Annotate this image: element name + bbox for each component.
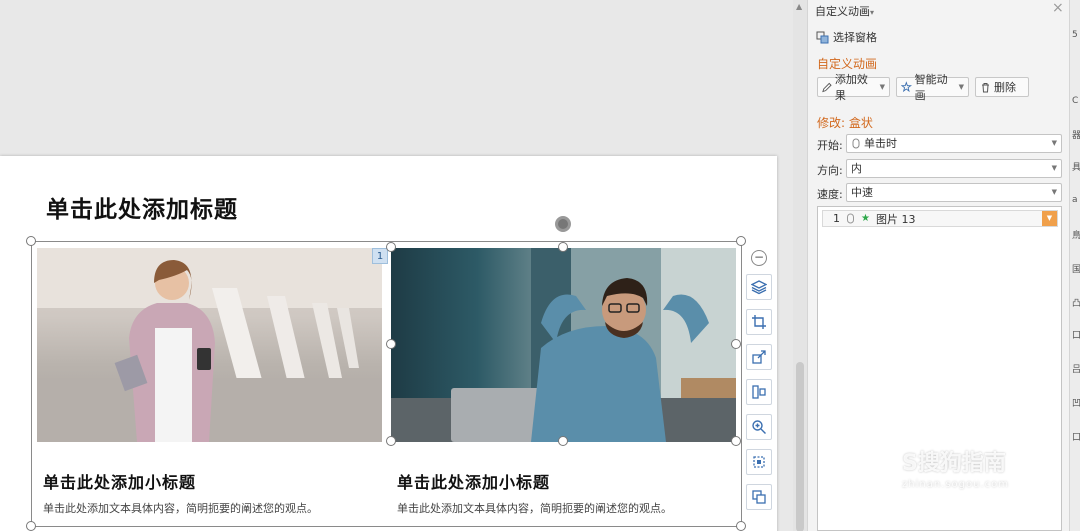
mouse-click-icon [852,138,860,149]
align-button[interactable] [746,379,772,405]
start-select[interactable]: 单击时 ▼ [846,134,1062,153]
animation-index: 1 [833,212,840,225]
resize-handle-top-center[interactable] [558,242,568,252]
modify-heading: 修改: 盒状 [817,116,873,130]
crop-icon [752,315,766,329]
speed-select[interactable]: 中速 ▼ [846,183,1062,202]
list-item-dropdown-icon[interactable]: ▼ [1042,211,1057,226]
chevron-down-icon: ▼ [879,83,885,91]
collapse-toolbar-button[interactable]: − [751,250,767,266]
pencil-icon [822,82,832,92]
resize-handle-frame-bottom-left[interactable] [26,521,36,531]
delete-label: 删除 [994,81,1016,94]
delete-button[interactable]: 删除 [975,77,1029,97]
animation-list-item[interactable]: 1 ★ 图片 13 ▼ [822,210,1058,227]
fit-icon [753,456,765,468]
resize-handle-bottom-left[interactable] [386,436,396,446]
transform-button[interactable] [746,344,772,370]
direction-select[interactable]: 内 ▼ [846,159,1062,178]
layers-icon [751,280,767,295]
canvas-scrollbar[interactable]: ▲ [793,0,807,531]
slide[interactable]: 单击此处添加标题 1 单击此处添加小标题 单击此处添加文本具体内容，简明扼要的阐… [0,156,777,531]
resize-handle-frame-bottom-right[interactable] [736,521,746,531]
resize-handle-bottom-right[interactable] [731,436,741,446]
entrance-effect-star-icon: ★ [861,213,870,224]
smart-animation-button[interactable]: 智能动画 ▼ [896,73,969,102]
strip-icon-2[interactable]: C [1072,96,1078,106]
selection-pane-label: 选择窗格 [833,31,877,44]
selection-pane-button[interactable]: 选择窗格 [816,29,877,45]
start-value: 单击时 [864,137,897,150]
scroll-thumb[interactable] [796,362,804,531]
custom-animation-heading: 自定义动画 [817,57,878,71]
align-icon [752,385,766,399]
right-tool-strip: 5 C 器 具 a 鳥 国 凸 口 吕 凹 口 [1069,0,1080,531]
mouse-click-icon [847,213,854,224]
add-effect-label: 添加效果 [834,73,868,102]
scroll-up-arrow-icon[interactable]: ▲ [796,2,802,11]
strip-icon-12[interactable]: 口 [1072,430,1080,443]
chevron-down-icon: ▼ [1051,139,1057,147]
rotate-handle[interactable] [555,216,571,232]
panel-title-text: 自定义动画 [815,5,870,18]
direction-value: 内 [851,162,862,175]
close-icon[interactable]: × [1052,0,1064,16]
strip-icon-9[interactable]: 口 [1072,328,1080,341]
direction-label: 方向: [817,164,843,177]
chevron-down-icon: ▼ [1051,164,1057,172]
strip-icon-4[interactable]: 具 [1072,160,1080,173]
speed-value: 中速 [851,186,873,199]
selection-pane-icon [816,31,829,43]
crop-button[interactable] [746,309,772,335]
slide-title[interactable]: 单击此处添加标题 [46,190,238,224]
resize-handle-top-left[interactable] [26,236,36,246]
zoom-button[interactable] [746,414,772,440]
strip-icon-10[interactable]: 吕 [1072,362,1080,375]
chevron-down-icon: ▼ [958,83,964,91]
animation-target-name: 图片 13 [875,212,916,226]
layers-button[interactable] [746,274,772,300]
strip-icon-11[interactable]: 凹 [1072,396,1080,409]
resize-handle-bottom-center[interactable] [558,436,568,446]
add-effect-button[interactable]: 添加效果 ▼ [817,73,890,102]
watermark: S搜狗指南 zhinan.sogou.com [902,445,1009,490]
fit-button[interactable] [746,449,772,475]
resize-handle-top-right[interactable] [736,236,746,246]
start-label: 开始: [817,139,843,152]
watermark-logo: S搜狗指南 [902,451,1006,476]
panel-title-caret-icon: ▾ [870,8,875,17]
transform-icon [752,350,766,364]
resize-handle-top-mid[interactable] [386,242,396,252]
slide-canvas[interactable]: 单击此处添加标题 1 单击此处添加小标题 单击此处添加文本具体内容，简明扼要的阐… [0,0,793,531]
strip-icon-8[interactable]: 凸 [1072,296,1080,309]
smart-animation-label: 智能动画 [914,73,948,102]
strip-icon-3[interactable]: 器 [1072,128,1080,141]
selection-frame [31,241,742,527]
watermark-url: zhinan.sogou.com [902,479,1010,490]
zoom-icon [752,420,766,434]
panel-title[interactable]: 自定义动画▾ [815,3,874,19]
strip-icon-7[interactable]: 国 [1072,262,1080,275]
trash-icon [982,82,989,92]
smart-animation-icon [901,81,912,93]
copy-button[interactable] [746,484,772,510]
resize-handle-mid-left[interactable] [386,339,396,349]
speed-label: 速度: [817,188,843,201]
strip-icon-1[interactable]: 5 [1072,30,1078,40]
strip-icon-5[interactable]: a [1072,195,1078,205]
resize-handle-mid-right[interactable] [731,339,741,349]
copy-icon [752,490,766,504]
strip-icon-6[interactable]: 鳥 [1072,228,1080,241]
chevron-down-icon: ▼ [1051,188,1057,196]
